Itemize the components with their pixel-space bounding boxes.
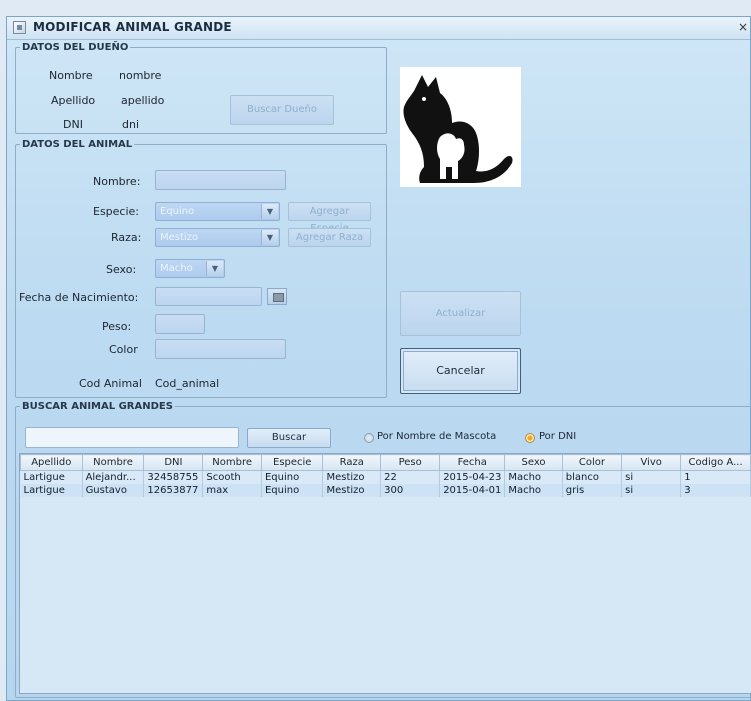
table-cell: si xyxy=(621,470,682,484)
chevron-down-icon: ▼ xyxy=(261,204,278,219)
chevron-down-icon: ▼ xyxy=(261,230,278,245)
search-owner-button[interactable]: Buscar Dueño xyxy=(230,95,334,125)
calendar-icon[interactable] xyxy=(267,288,287,305)
results-table: Apellido Nombre DNI Nombre Especie Raza … xyxy=(19,453,751,694)
table-cell: Lartigue xyxy=(20,484,83,497)
column-header[interactable]: Codigo A... xyxy=(680,454,751,471)
animal-name-label: Nombre: xyxy=(93,175,141,188)
column-header[interactable]: Fecha xyxy=(439,454,506,471)
table-row[interactable]: Lartigue Alejandr... 32458755 Scooth Equ… xyxy=(20,470,751,484)
table-cell: blanco xyxy=(562,470,623,484)
owner-name-label: Nombre xyxy=(49,69,93,82)
table-cell: Equino xyxy=(261,484,324,497)
birthdate-label: Fecha de Nacimiento: xyxy=(19,291,139,304)
column-header[interactable]: Nombre xyxy=(202,454,262,471)
add-species-button[interactable]: Agregar Especie xyxy=(288,202,371,234)
radio-dni[interactable] xyxy=(525,433,535,443)
table-cell: gris xyxy=(562,484,623,497)
results-grid: Apellido Nombre DNI Nombre Especie Raza … xyxy=(20,454,751,497)
pet-logo-image xyxy=(400,67,521,187)
table-cell: Lartigue xyxy=(20,470,83,484)
owner-group-legend: DATOS DEL DUEÑO xyxy=(22,42,129,53)
table-row[interactable]: Lartigue Gustavo 12653877 max Equino Mes… xyxy=(20,484,751,497)
dog-cat-silhouette-logo xyxy=(403,75,513,183)
table-cell: 22 xyxy=(380,470,441,484)
update-button[interactable]: Actualizar xyxy=(400,291,521,336)
table-cell: 12653877 xyxy=(143,484,204,497)
color-field[interactable] xyxy=(155,339,286,359)
radio-pet-name-label: Por Nombre de Mascota xyxy=(377,431,497,442)
breed-select-value: Mestizo xyxy=(160,232,199,243)
animal-name-field[interactable] xyxy=(155,170,286,190)
table-cell: Scooth xyxy=(202,470,262,484)
animal-group-legend: DATOS DEL ANIMAL xyxy=(22,139,133,150)
species-label: Especie: xyxy=(93,205,140,218)
table-cell: 32458755 xyxy=(143,470,204,484)
app-window-icon xyxy=(13,21,26,34)
code-value: Cod_animal xyxy=(155,377,220,390)
owner-name-value: nombre xyxy=(119,69,162,82)
sex-label: Sexo: xyxy=(106,263,137,276)
table-cell: Mestizo xyxy=(322,470,382,484)
add-breed-button[interactable]: Agregar Raza xyxy=(288,228,371,247)
search-button[interactable]: Buscar xyxy=(247,428,331,448)
owner-surname-label: Apellido xyxy=(51,94,96,107)
search-group-legend: BUSCAR ANIMAL GRANDES xyxy=(22,401,173,412)
column-header[interactable]: Raza xyxy=(322,454,382,471)
main-window: MODIFICAR ANIMAL GRANDE × DATOS DEL DUEÑ… xyxy=(6,16,751,701)
breed-label: Raza: xyxy=(111,231,142,244)
table-cell: Macho xyxy=(504,470,563,484)
radio-pet-name[interactable] xyxy=(364,433,374,443)
column-header[interactable]: DNI xyxy=(143,454,204,471)
species-select[interactable]: Equino ▼ xyxy=(155,202,280,221)
weight-field[interactable] xyxy=(155,314,205,334)
code-label: Cod Animal xyxy=(79,377,142,390)
sex-select-value: Macho xyxy=(160,263,193,274)
weight-label: Peso: xyxy=(102,320,132,333)
table-cell: 2015-04-23 xyxy=(439,470,506,484)
table-cell: Mestizo xyxy=(322,484,382,497)
owner-surname-value: apellido xyxy=(121,94,165,107)
column-header[interactable]: Nombre xyxy=(81,454,145,471)
owner-dni-label: DNI xyxy=(63,118,83,131)
column-header[interactable]: Peso xyxy=(380,454,441,471)
close-icon[interactable]: × xyxy=(738,20,748,34)
chevron-down-icon: ▼ xyxy=(206,261,223,276)
table-cell: Equino xyxy=(261,470,324,484)
window-title: MODIFICAR ANIMAL GRANDE xyxy=(33,20,232,34)
cancel-button[interactable]: Cancelar xyxy=(400,348,521,394)
column-header[interactable]: Color xyxy=(561,454,623,471)
species-select-value: Equino xyxy=(160,206,195,217)
table-cell: Alejandr... xyxy=(82,470,145,484)
table-cell: max xyxy=(202,484,262,497)
table-cell: 1 xyxy=(680,470,751,484)
table-cell: 3 xyxy=(680,484,751,497)
birthdate-field[interactable] xyxy=(155,287,262,306)
column-header[interactable]: Especie xyxy=(260,454,324,471)
search-input[interactable] xyxy=(25,427,239,448)
table-cell: Gustavo xyxy=(82,484,145,497)
table-cell: 2015-04-01 xyxy=(439,484,506,497)
column-header[interactable]: Apellido xyxy=(20,454,83,471)
table-cell: 300 xyxy=(380,484,441,497)
owner-dni-value: dni xyxy=(122,118,140,131)
table-cell: Macho xyxy=(504,484,563,497)
table-cell: si xyxy=(621,484,682,497)
table-header-row: Apellido Nombre DNI Nombre Especie Raza … xyxy=(20,454,751,471)
breed-select[interactable]: Mestizo ▼ xyxy=(155,228,280,247)
radio-dni-label: Por DNI xyxy=(539,431,577,442)
column-header[interactable]: Vivo xyxy=(621,454,682,471)
column-header[interactable]: Sexo xyxy=(504,454,563,471)
sex-select[interactable]: Macho ▼ xyxy=(155,259,225,278)
color-label: Color xyxy=(109,343,138,356)
title-bar: MODIFICAR ANIMAL GRANDE × xyxy=(7,17,750,40)
